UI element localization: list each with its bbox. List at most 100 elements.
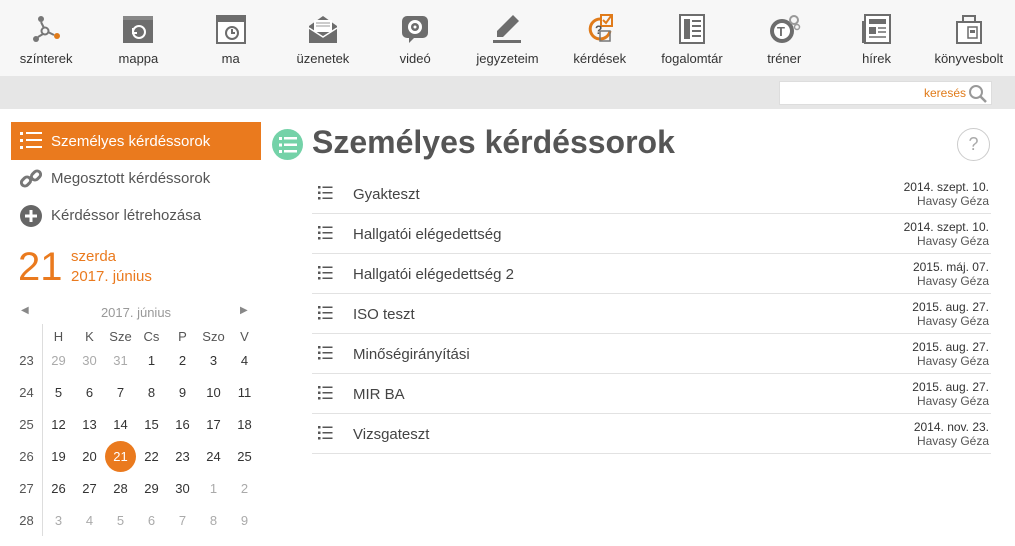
nav-video[interactable]: videó bbox=[369, 0, 461, 76]
item-name[interactable]: Hallgatói elégedettség 2 bbox=[353, 266, 514, 283]
list-icon bbox=[318, 306, 333, 325]
calendar-day[interactable]: 7 bbox=[105, 385, 136, 400]
calendar-day[interactable]: 13 bbox=[74, 417, 105, 432]
nav-fogalomtar[interactable]: fogalomtár bbox=[646, 0, 738, 76]
nav-label: tréner bbox=[767, 51, 802, 66]
calendar-day[interactable]: 10 bbox=[198, 385, 229, 400]
calendar-day[interactable]: 3 bbox=[198, 353, 229, 368]
calendar-day[interactable]: 1 bbox=[136, 353, 167, 368]
list-item[interactable]: Vizsgateszt 2014. nov. 23. Havasy Géza bbox=[312, 414, 991, 454]
folder-icon bbox=[121, 12, 155, 46]
calendar-day[interactable]: 12 bbox=[43, 417, 74, 432]
network-icon bbox=[29, 12, 63, 46]
calendar-day[interactable]: 9 bbox=[167, 385, 198, 400]
calendar-day[interactable]: 25 bbox=[229, 449, 260, 464]
calendar-day[interactable]: 29 bbox=[43, 353, 74, 368]
calendar-day[interactable]: 20 bbox=[74, 449, 105, 464]
list-item[interactable]: Hallgatói elégedettség 2 2015. máj. 07. Ha… bbox=[312, 254, 991, 294]
nav-label: jegyzeteim bbox=[476, 51, 539, 66]
nav-konyvesbolt[interactable]: könyvesbolt bbox=[923, 0, 1015, 76]
calendar-day[interactable]: 6 bbox=[74, 385, 105, 400]
search-input[interactable] bbox=[784, 84, 966, 102]
sidebar-item-create-question-set[interactable]: Kérdéssor létrehozása bbox=[11, 197, 261, 234]
calendar-title: 2017. június bbox=[100, 305, 172, 320]
list-item[interactable]: Minőségirányítási 2015. aug. 27. Havasy Gé… bbox=[312, 334, 991, 374]
calendar-day[interactable]: 5 bbox=[43, 385, 74, 400]
calendar-day[interactable]: 30 bbox=[167, 481, 198, 496]
calendar-day[interactable]: 15 bbox=[136, 417, 167, 432]
item-name[interactable]: MIR BA bbox=[353, 386, 405, 403]
item-date: 2015. aug. 27. bbox=[912, 380, 989, 394]
calendar-day[interactable]: 8 bbox=[198, 513, 229, 528]
list-item[interactable]: Gyakteszt 2014. szept. 10. Havasy Géza bbox=[312, 174, 991, 214]
nav-ma[interactable]: ma bbox=[185, 0, 277, 76]
calendar-day[interactable]: 1 bbox=[198, 481, 229, 496]
list-icon bbox=[318, 426, 333, 445]
calendar-day[interactable]: 8 bbox=[136, 385, 167, 400]
sidebar-menu: Személyes kérdéssorok Megosztott kérdéss… bbox=[11, 122, 261, 234]
list-icon bbox=[318, 346, 333, 365]
nav-szinterek[interactable]: színterek bbox=[0, 0, 92, 76]
list-item[interactable]: Hallgatói elégedettség 2014. szept. 10. Ha… bbox=[312, 214, 991, 254]
item-name[interactable]: ISO teszt bbox=[353, 306, 415, 323]
calendar-day[interactable]: 18 bbox=[229, 417, 260, 432]
calendar-day[interactable]: 24 bbox=[198, 449, 229, 464]
item-date: 2014. szept. 10. bbox=[903, 220, 989, 234]
calendar-day[interactable]: 4 bbox=[229, 353, 260, 368]
calendar-day[interactable]: 17 bbox=[198, 417, 229, 432]
nav-kerdesek[interactable]: ? kérdések bbox=[554, 0, 646, 76]
calendar-day[interactable]: 22 bbox=[136, 449, 167, 464]
calendar-day[interactable]: 26 bbox=[43, 481, 74, 496]
calendar-day[interactable]: 7 bbox=[167, 513, 198, 528]
shopping-bag-icon bbox=[952, 12, 986, 46]
calendar-day[interactable]: 19 bbox=[43, 449, 74, 464]
list-item[interactable]: ISO teszt 2015. aug. 27. Havasy Géza bbox=[312, 294, 991, 334]
calendar-day[interactable]: 5 bbox=[105, 513, 136, 528]
nav-label: ma bbox=[221, 51, 240, 66]
calendar-day[interactable]: 11 bbox=[229, 385, 260, 400]
calendar-day[interactable]: 27 bbox=[74, 481, 105, 496]
item-date: 2015. máj. 07. bbox=[912, 260, 989, 274]
sidebar-item-label: Kérdéssor létrehozása bbox=[51, 207, 202, 224]
nav-hirek[interactable]: hírek bbox=[830, 0, 922, 76]
item-author: Havasy Géza bbox=[916, 274, 989, 288]
week-number: 25 bbox=[19, 417, 34, 432]
sidebar-item-shared-question-sets[interactable]: Megosztott kérdéssorok bbox=[11, 160, 261, 197]
calendar-day[interactable]: 23 bbox=[167, 449, 198, 464]
calendar-day[interactable]: 30 bbox=[74, 353, 105, 368]
item-name[interactable]: Gyakteszt bbox=[353, 186, 420, 203]
calendar-day[interactable]: 14 bbox=[105, 417, 136, 432]
calendar-day[interactable]: 3 bbox=[43, 513, 74, 528]
webcam-icon bbox=[398, 12, 432, 46]
calendar-day-selected[interactable]: 21 bbox=[105, 449, 136, 464]
nav-label: mappa bbox=[118, 51, 159, 66]
calendar-day[interactable]: 29 bbox=[136, 481, 167, 496]
list-icon bbox=[318, 266, 333, 285]
sidebar-item-personal-question-sets[interactable]: Személyes kérdéssorok bbox=[11, 122, 261, 160]
calendar-day[interactable]: 28 bbox=[105, 481, 136, 496]
nav-label: hírek bbox=[862, 51, 891, 66]
list-item[interactable]: MIR BA 2015. aug. 27. Havasy Géza bbox=[312, 374, 991, 414]
nav-jegyzeteim[interactable]: jegyzeteim bbox=[461, 0, 553, 76]
calendar-day[interactable]: 16 bbox=[167, 417, 198, 432]
nav-uzenetek[interactable]: üzenetek bbox=[277, 0, 369, 76]
calendar-day[interactable]: 4 bbox=[74, 513, 105, 528]
calendar-day[interactable]: 2 bbox=[167, 353, 198, 368]
nav-label: fogalomtár bbox=[661, 51, 723, 66]
envelope-icon bbox=[306, 12, 340, 46]
item-name[interactable]: Vizsgateszt bbox=[353, 426, 429, 443]
nav-trener[interactable]: T tréner bbox=[738, 0, 830, 76]
calendar-day[interactable]: 31 bbox=[105, 353, 136, 368]
help-button[interactable]: ? bbox=[957, 128, 990, 161]
item-name[interactable]: Hallgatói elégedettség bbox=[353, 226, 501, 243]
next-month-icon[interactable]: ▶ bbox=[240, 305, 248, 316]
item-name[interactable]: Minőségirányítási bbox=[353, 346, 470, 363]
nav-mappa[interactable]: mappa bbox=[92, 0, 184, 76]
calendar-day[interactable]: 9 bbox=[229, 513, 260, 528]
calendar-day[interactable]: 6 bbox=[136, 513, 167, 528]
item-author: Havasy Géza bbox=[916, 394, 989, 408]
item-author: Havasy Géza bbox=[916, 314, 989, 328]
search-icon[interactable] bbox=[968, 84, 988, 109]
item-author: Havasy Géza bbox=[916, 354, 989, 368]
calendar-day[interactable]: 2 bbox=[229, 481, 260, 496]
